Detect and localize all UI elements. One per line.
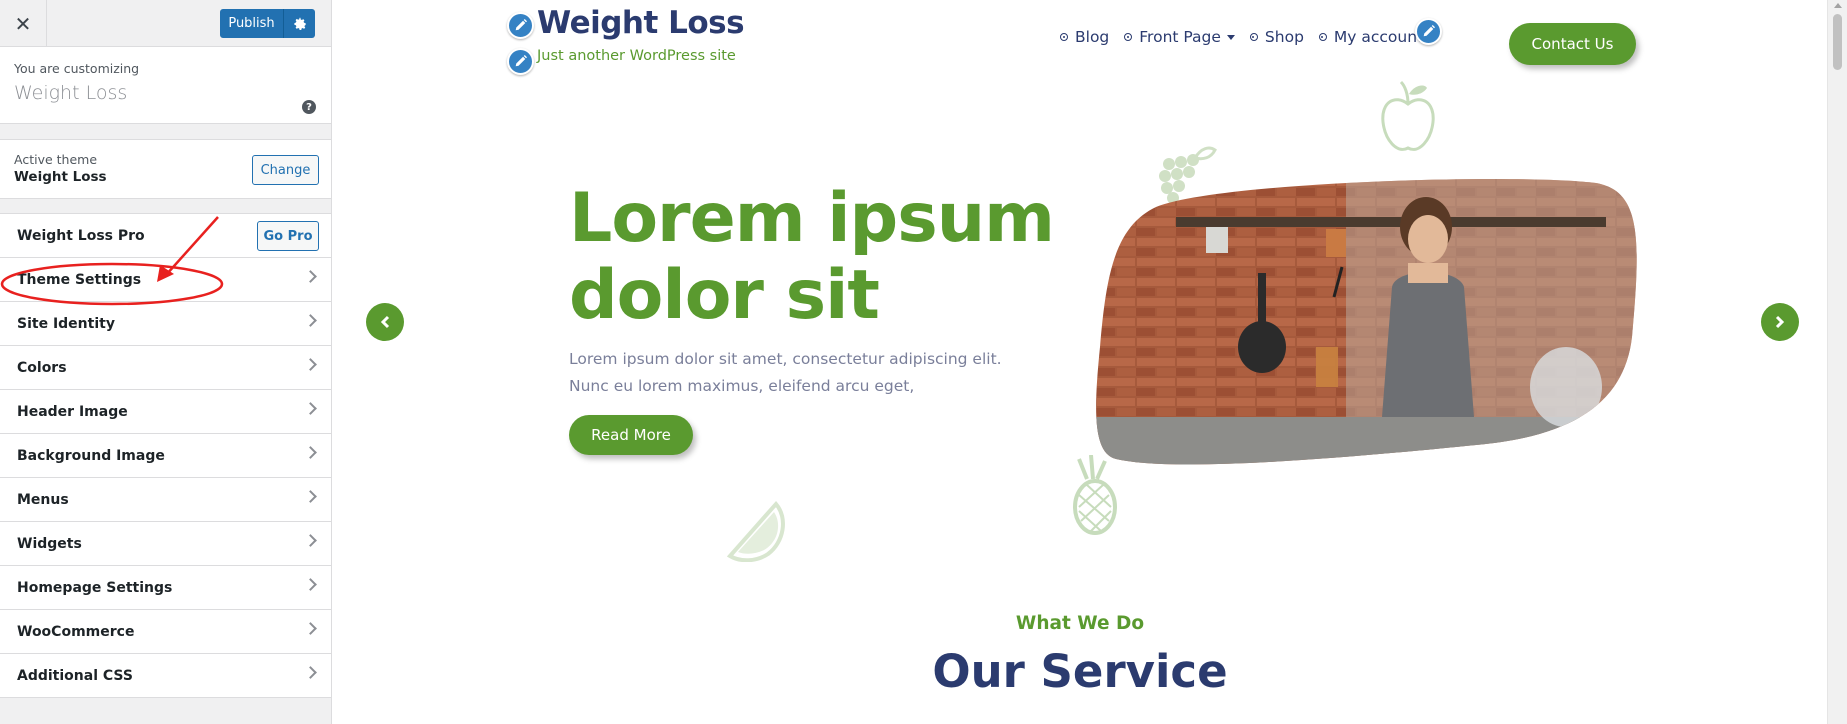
customizing-info: You are customizing Weight Loss ? bbox=[0, 47, 331, 124]
edit-tagline-pencil[interactable] bbox=[507, 48, 534, 75]
section-site-identity[interactable]: Site Identity bbox=[0, 302, 331, 346]
gear-icon bbox=[293, 17, 306, 30]
site-preview: Weight Loss Just another WordPress site … bbox=[333, 0, 1827, 724]
chevron-right-icon bbox=[304, 490, 317, 503]
publish-button[interactable]: Publish bbox=[220, 9, 283, 38]
section-homepage-settings[interactable]: Homepage Settings bbox=[0, 566, 331, 610]
chevron-right-icon bbox=[304, 358, 317, 371]
chevron-right-icon bbox=[304, 578, 317, 591]
section-label: Colors bbox=[17, 359, 67, 376]
publish-settings-button[interactable] bbox=[283, 9, 315, 38]
watermelon-icon bbox=[726, 500, 785, 562]
pineapple-icon bbox=[1073, 455, 1117, 535]
section-label: Widgets bbox=[17, 535, 82, 552]
chevron-right-icon bbox=[304, 622, 317, 635]
pencil-icon bbox=[515, 19, 527, 31]
caret-down-icon bbox=[1226, 34, 1235, 40]
section-label: Background Image bbox=[17, 447, 165, 464]
section-colors[interactable]: Colors bbox=[0, 346, 331, 390]
read-more-button[interactable]: Read More bbox=[569, 415, 693, 455]
section-theme-settings[interactable]: Theme Settings bbox=[0, 258, 331, 302]
nav-item-front-page[interactable]: Front Page bbox=[1124, 28, 1235, 46]
customizer-header: ✕ Publish bbox=[0, 0, 331, 47]
section-additional-css[interactable]: Additional CSS bbox=[0, 654, 331, 698]
hero-text-line: Nunc eu lorem maximus, eleifend arcu ege… bbox=[569, 377, 915, 395]
customizing-site-name: Weight Loss bbox=[14, 82, 128, 104]
active-theme-panel: Active theme Weight Loss Change bbox=[0, 139, 331, 199]
nav-item-shop[interactable]: Shop bbox=[1249, 28, 1304, 46]
section-background-image[interactable]: Background Image bbox=[0, 434, 331, 478]
site-tagline: Just another WordPress site bbox=[537, 48, 736, 64]
preview-scrollbar[interactable] bbox=[1827, 0, 1847, 724]
main-navigation: Blog Front Page Shop My account bbox=[1060, 28, 1438, 46]
chevron-right-icon bbox=[304, 666, 317, 679]
help-icon[interactable]: ? bbox=[302, 100, 316, 114]
chevron-right-icon bbox=[304, 534, 317, 547]
nav-label: Front Page bbox=[1139, 28, 1221, 46]
section-woocommerce[interactable]: WooCommerce bbox=[0, 610, 331, 654]
nav-label: Shop bbox=[1264, 28, 1304, 46]
customizer-sidebar: ✕ Publish You are customizing Weight Los… bbox=[0, 0, 332, 724]
bullet-icon bbox=[1249, 33, 1258, 41]
section-kicker: What We Do bbox=[1015, 613, 1145, 634]
section-label: Homepage Settings bbox=[17, 579, 173, 596]
chevron-left-icon bbox=[380, 315, 390, 329]
publish-group: Publish bbox=[220, 9, 315, 38]
site-title[interactable]: Weight Loss bbox=[537, 5, 745, 41]
bullet-icon bbox=[1124, 33, 1133, 41]
section-label: Menus bbox=[17, 491, 69, 508]
section-label: Site Identity bbox=[17, 315, 115, 332]
hero-text: Lorem ipsum dolor sit amet, consectetur … bbox=[569, 346, 1009, 400]
nav-label: Blog bbox=[1075, 28, 1110, 46]
hero-text-line: Lorem ipsum dolor sit amet, consectetur … bbox=[569, 350, 1002, 368]
section-label: Header Image bbox=[17, 403, 128, 420]
customizer-sections: Weight Loss Pro Go Pro Theme Settings Si… bbox=[0, 213, 331, 698]
section-label: Theme Settings bbox=[17, 271, 142, 288]
section-menus[interactable]: Menus bbox=[0, 478, 331, 522]
chevron-right-icon bbox=[304, 446, 317, 459]
apple-icon bbox=[1381, 80, 1435, 151]
chevron-right-icon bbox=[304, 314, 317, 327]
scrollbar-thumb[interactable] bbox=[1833, 14, 1842, 70]
bullet-icon bbox=[1060, 33, 1068, 41]
pro-upsell-section: Weight Loss Pro Go Pro bbox=[0, 214, 331, 258]
chevron-right-icon bbox=[304, 402, 317, 415]
go-pro-button[interactable]: Go Pro bbox=[257, 221, 319, 251]
edit-site-title-pencil[interactable] bbox=[507, 12, 534, 39]
section-label: WooCommerce bbox=[17, 623, 135, 640]
section-label: Additional CSS bbox=[17, 667, 133, 684]
close-customizer-button[interactable]: ✕ bbox=[0, 0, 47, 47]
change-theme-button[interactable]: Change bbox=[252, 155, 319, 185]
pro-label: Weight Loss Pro bbox=[17, 227, 145, 244]
nav-label: My account bbox=[1333, 28, 1424, 46]
pencil-icon bbox=[1423, 25, 1435, 37]
nav-item-blog[interactable]: Blog bbox=[1060, 28, 1109, 46]
chevron-right-icon bbox=[304, 270, 317, 283]
hero-title-line: Lorem ipsum bbox=[569, 179, 1055, 258]
slider-prev-button[interactable] bbox=[366, 303, 404, 341]
hero-image bbox=[1096, 178, 1637, 465]
hero-title: Lorem ipsum dolor sit bbox=[569, 180, 1069, 334]
slider-next-button[interactable] bbox=[1761, 303, 1799, 341]
pencil-icon bbox=[515, 55, 527, 67]
scroll-up-arrow-icon[interactable] bbox=[1834, 3, 1842, 8]
edit-menu-pencil[interactable] bbox=[1415, 18, 1442, 45]
chevron-right-icon bbox=[1775, 315, 1785, 329]
contact-us-button[interactable]: Contact Us bbox=[1509, 23, 1636, 65]
customizing-label: You are customizing bbox=[14, 61, 140, 76]
section-widgets[interactable]: Widgets bbox=[0, 522, 331, 566]
hero-title-line: dolor sit bbox=[569, 256, 880, 335]
section-header-image[interactable]: Header Image bbox=[0, 390, 331, 434]
nav-item-my-account[interactable]: My account bbox=[1318, 28, 1424, 46]
bullet-icon bbox=[1318, 33, 1327, 41]
section-title: Our Service bbox=[932, 645, 1228, 698]
